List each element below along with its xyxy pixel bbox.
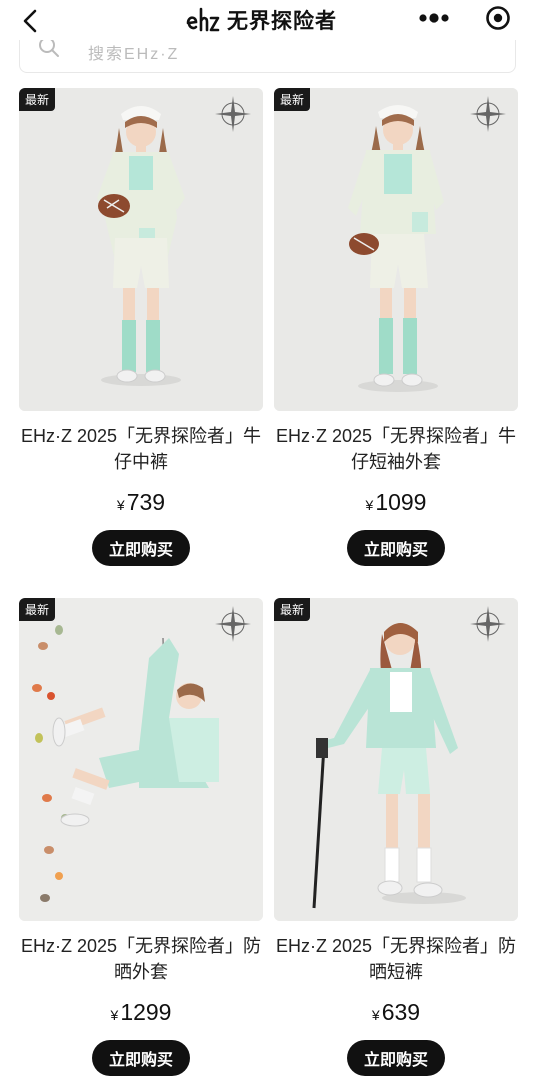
price-value: 1099 bbox=[375, 489, 427, 515]
product-card[interactable]: 最新 EHz·Z 2025「无界探险者」牛仔中裤 ¥739 立即购买 bbox=[19, 88, 263, 566]
currency-symbol: ¥ bbox=[110, 1007, 119, 1023]
model-photo bbox=[274, 598, 518, 921]
more-dots-icon bbox=[419, 13, 449, 23]
buy-now-button[interactable]: 立即购买 bbox=[347, 530, 445, 566]
currency-symbol: ¥ bbox=[116, 497, 125, 513]
close-button[interactable] bbox=[469, 3, 527, 33]
product-price: ¥1299 bbox=[19, 999, 263, 1026]
model-photo bbox=[19, 88, 263, 411]
chevron-left-icon bbox=[23, 9, 37, 33]
top-navigation-bar: 无界探险者 bbox=[0, 0, 537, 40]
product-card[interactable]: 最新 EHz·Z 2025「无界探险者」牛仔短袖外套 ¥1099 立即购买 bbox=[274, 88, 518, 566]
compass-icon bbox=[470, 606, 506, 642]
product-card[interactable]: 最新 EHz·Z 2025「无界探险者」防晒外套 ¥1299 立即购买 bbox=[19, 598, 263, 1076]
currency-symbol: ¥ bbox=[371, 1007, 380, 1023]
mini-program-capsule bbox=[405, 3, 527, 33]
product-name[interactable]: EHz·Z 2025「无界探险者」牛仔中裤 bbox=[19, 423, 263, 475]
currency-symbol: ¥ bbox=[365, 497, 374, 513]
product-price: ¥639 bbox=[274, 999, 518, 1026]
product-name[interactable]: EHz·Z 2025「无界探险者」牛仔短袖外套 bbox=[274, 423, 518, 475]
buy-now-button[interactable]: 立即购买 bbox=[347, 1040, 445, 1076]
more-button[interactable] bbox=[405, 3, 463, 33]
product-price: ¥1099 bbox=[274, 489, 518, 516]
ehz-logo bbox=[186, 7, 220, 32]
product-image[interactable]: 最新 bbox=[274, 88, 518, 411]
new-badge: 最新 bbox=[19, 88, 56, 111]
product-image[interactable]: 最新 bbox=[19, 598, 263, 921]
buy-now-button[interactable]: 立即购买 bbox=[92, 530, 190, 566]
new-badge: 最新 bbox=[274, 88, 311, 111]
compass-icon bbox=[215, 96, 251, 132]
model-photo bbox=[274, 88, 518, 411]
product-image[interactable]: 最新 bbox=[19, 88, 263, 411]
product-image[interactable]: 最新 bbox=[274, 598, 518, 921]
brand: 无界探险者 bbox=[185, 4, 337, 36]
product-name[interactable]: EHz·Z 2025「无界探险者」防晒短裤 bbox=[274, 933, 518, 985]
product-card[interactable]: 最新 EHz·Z 2025「无界探险者」防晒短裤 ¥639 立即购买 bbox=[274, 598, 518, 1076]
new-badge: 最新 bbox=[274, 598, 311, 621]
buy-now-button[interactable]: 立即购买 bbox=[92, 1040, 190, 1076]
compass-icon bbox=[470, 96, 506, 132]
product-name[interactable]: EHz·Z 2025「无界探险者」防晒外套 bbox=[19, 933, 263, 985]
search-placeholder: 搜索EHz·Z bbox=[88, 46, 180, 63]
price-value: 739 bbox=[126, 489, 166, 515]
price-value: 1299 bbox=[120, 999, 172, 1025]
compass-icon bbox=[215, 606, 251, 642]
product-price: ¥739 bbox=[19, 489, 263, 516]
close-circle-icon bbox=[486, 6, 510, 30]
back-button[interactable] bbox=[16, 6, 46, 36]
page-title: 无界探险者 bbox=[227, 10, 337, 33]
price-value: 639 bbox=[381, 999, 421, 1025]
model-photo bbox=[19, 598, 263, 921]
new-badge: 最新 bbox=[19, 598, 56, 621]
